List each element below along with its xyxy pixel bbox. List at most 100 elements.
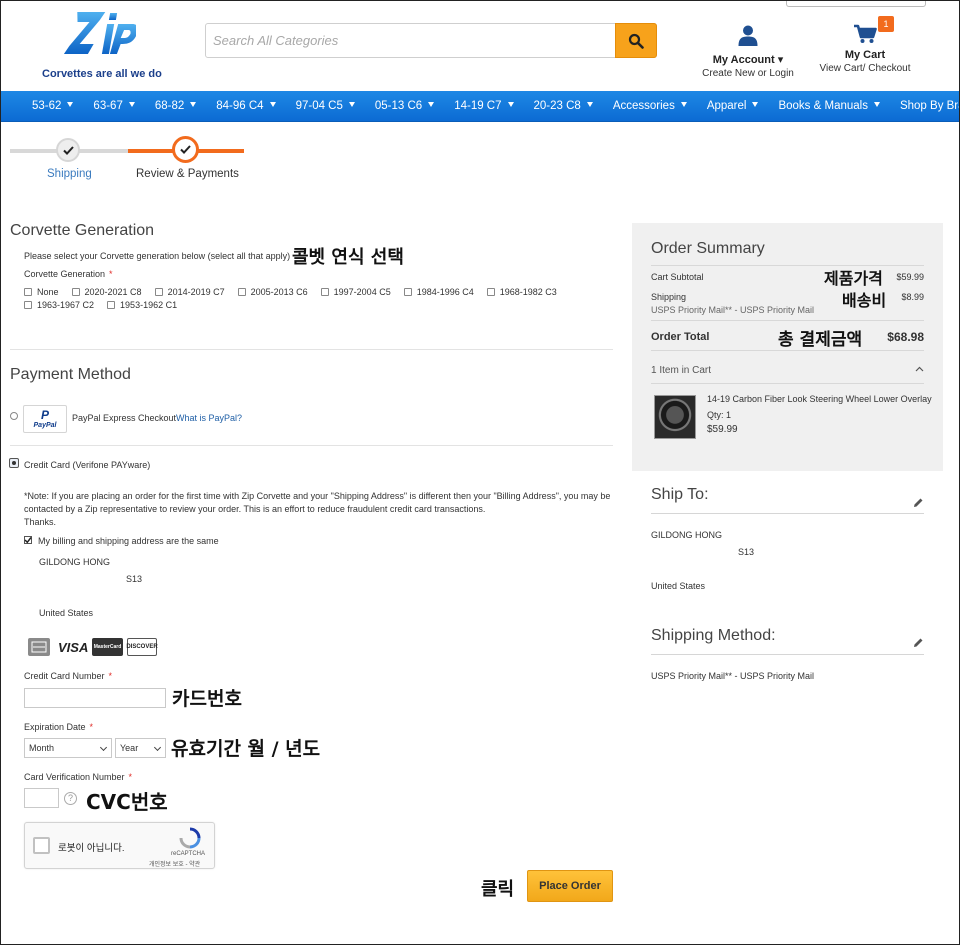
billing-name: GILDONG HONG (39, 557, 111, 567)
nav-item-6[interactable]: 14-19 C7 (444, 91, 523, 122)
generation-option[interactable]: 2014-2019 C7 (154, 287, 225, 297)
credit-card-radio[interactable] (9, 458, 19, 468)
nav-item-label: Books & Manuals (778, 99, 868, 112)
generation-checkbox[interactable] (486, 288, 495, 296)
nav-item-5[interactable]: 05-13 C6 (365, 91, 444, 122)
my-account-link[interactable]: My Account ▾ Create New or Login (698, 24, 798, 79)
nav-item-8[interactable]: Accessories (603, 91, 697, 122)
checkmark-icon (24, 537, 32, 544)
order-summary-title: Order Summary (651, 240, 765, 257)
month-select[interactable]: Month (24, 738, 112, 758)
nav-item-7[interactable]: 20-23 C8 (524, 91, 603, 122)
generation-title: Corvette Generation (10, 222, 155, 239)
search-bar (205, 23, 657, 58)
recaptcha-widget: 로봇이 아닙니다. reCAPTCHA 개인정보 보호 - 약관 (24, 822, 215, 869)
recaptcha-checkbox[interactable] (33, 837, 50, 854)
item-name: 14-19 Carbon Fiber Look Steering Wheel L… (707, 394, 932, 404)
nav-item-label: 20-23 C8 (533, 99, 581, 112)
generation-checkbox[interactable] (71, 288, 80, 296)
ship-to-country: United States (651, 581, 706, 591)
generation-option[interactable]: 2005-2013 C6 (237, 287, 308, 297)
zip-logo[interactable] (64, 8, 136, 60)
help-icon[interactable]: ? (64, 792, 77, 805)
paypal-radio[interactable] (10, 412, 18, 420)
ship-to-address: S13 (738, 547, 755, 557)
nav-item-label: Accessories (612, 99, 675, 112)
required-mark: * (128, 772, 133, 782)
search-button[interactable] (615, 23, 657, 58)
nav-item-1[interactable]: 63-67 (83, 91, 144, 122)
edit-pencil-icon[interactable] (913, 637, 924, 648)
nav-item-9[interactable]: Apparel (697, 91, 769, 122)
caret-down-icon (428, 101, 435, 107)
shipping-method-note: USPS Priority Mail** - USPS Priority Mai… (651, 305, 815, 315)
note-line-2: contacted by a Zip representative to rev… (24, 504, 486, 514)
chevron-up-icon[interactable] (915, 366, 924, 372)
nav-item-10[interactable]: Books & Manuals (768, 91, 890, 122)
nav-item-11[interactable]: Shop By Brand (890, 91, 960, 122)
nav-item-0[interactable]: 53-62 (22, 91, 83, 122)
recaptcha-terms-link[interactable]: 개인정보 보호 - 약관 (149, 859, 200, 868)
generation-option[interactable]: 2020-2021 C8 (71, 287, 142, 297)
step-shipping-marker[interactable] (56, 138, 80, 162)
generation-option-label: 2020-2021 C8 (84, 287, 142, 297)
step-shipping-label[interactable]: Shipping (47, 168, 92, 180)
generation-checkbox[interactable] (237, 288, 246, 296)
items-in-cart-toggle[interactable]: 1 Item in Cart (651, 365, 711, 376)
card-number-input[interactable] (24, 688, 166, 708)
note-line-3: Thanks. (24, 517, 57, 527)
billing-address: S13 (126, 574, 143, 584)
mastercard-card-icon: MasterCard (92, 638, 123, 656)
cart-icon (854, 24, 877, 43)
chevron-down-icon (153, 743, 162, 752)
annotation-shipping: 배송비 (842, 291, 887, 310)
year-select[interactable]: Year (115, 738, 166, 758)
generation-checkbox[interactable] (107, 301, 116, 309)
item-qty: Qty: 1 (707, 410, 732, 420)
what-is-paypal-link[interactable]: What is PayPal? (176, 413, 242, 423)
generation-checkbox[interactable] (24, 301, 32, 309)
discover-card-icon: DISCOVER (126, 638, 158, 656)
summary-divider (651, 265, 924, 266)
nav-item-4[interactable]: 97-04 C5 (286, 91, 365, 122)
generation-field-label: Corvette Generation * (24, 269, 113, 279)
user-icon (738, 25, 758, 46)
generation-checkbox[interactable] (403, 288, 412, 296)
caret-down-icon (269, 101, 276, 107)
nav-item-3[interactable]: 84-96 C4 (206, 91, 285, 122)
generation-checkbox[interactable] (24, 288, 32, 296)
generation-option[interactable]: 1953-1962 C1 (107, 300, 177, 310)
cvv-input[interactable] (24, 788, 59, 808)
generation-option[interactable]: 1997-2004 C5 (320, 287, 391, 297)
ship-to-name: GILDONG HONG (651, 530, 723, 540)
required-mark: * (89, 722, 94, 732)
top-link-box[interactable] (786, 0, 926, 7)
generation-option[interactable]: 1963-1967 C2 (24, 300, 94, 310)
same-address-checkbox[interactable] (24, 536, 32, 544)
generation-option[interactable]: 1984-1996 C4 (403, 287, 474, 297)
caret-down-icon (507, 101, 514, 107)
required-mark: * (109, 269, 113, 279)
generation-option[interactable]: None (24, 287, 59, 297)
my-cart-link[interactable]: 1 My Cart View Cart/ Checkout (812, 16, 918, 74)
annotation-total: 총 결제금액 (778, 330, 863, 350)
shipping-method-title: Shipping Method: (651, 627, 776, 644)
place-order-button[interactable]: Place Order (527, 870, 613, 902)
nav-item-2[interactable]: 68-82 (145, 91, 206, 122)
ship-to-divider (651, 513, 924, 514)
recaptcha-label: 로봇이 아닙니다. (58, 843, 125, 854)
generation-option[interactable]: 1968-1982 C3 (486, 287, 557, 297)
cart-title: My Cart (844, 49, 886, 61)
item-thumbnail[interactable] (654, 395, 696, 439)
generation-checkbox[interactable] (320, 288, 329, 296)
generation-checkbox[interactable] (154, 288, 163, 296)
checkmark-icon (62, 145, 74, 155)
search-input[interactable] (206, 24, 616, 57)
cvv-label-text: Card Verification Number (24, 772, 125, 782)
paypal-logo-mark: P (40, 408, 49, 422)
radio-dot (12, 461, 16, 465)
amex-card-icon (28, 638, 50, 656)
paypal-logo-text: PayPal (33, 422, 57, 429)
generation-option-label: 1997-2004 C5 (333, 287, 391, 297)
edit-pencil-icon[interactable] (913, 497, 924, 508)
